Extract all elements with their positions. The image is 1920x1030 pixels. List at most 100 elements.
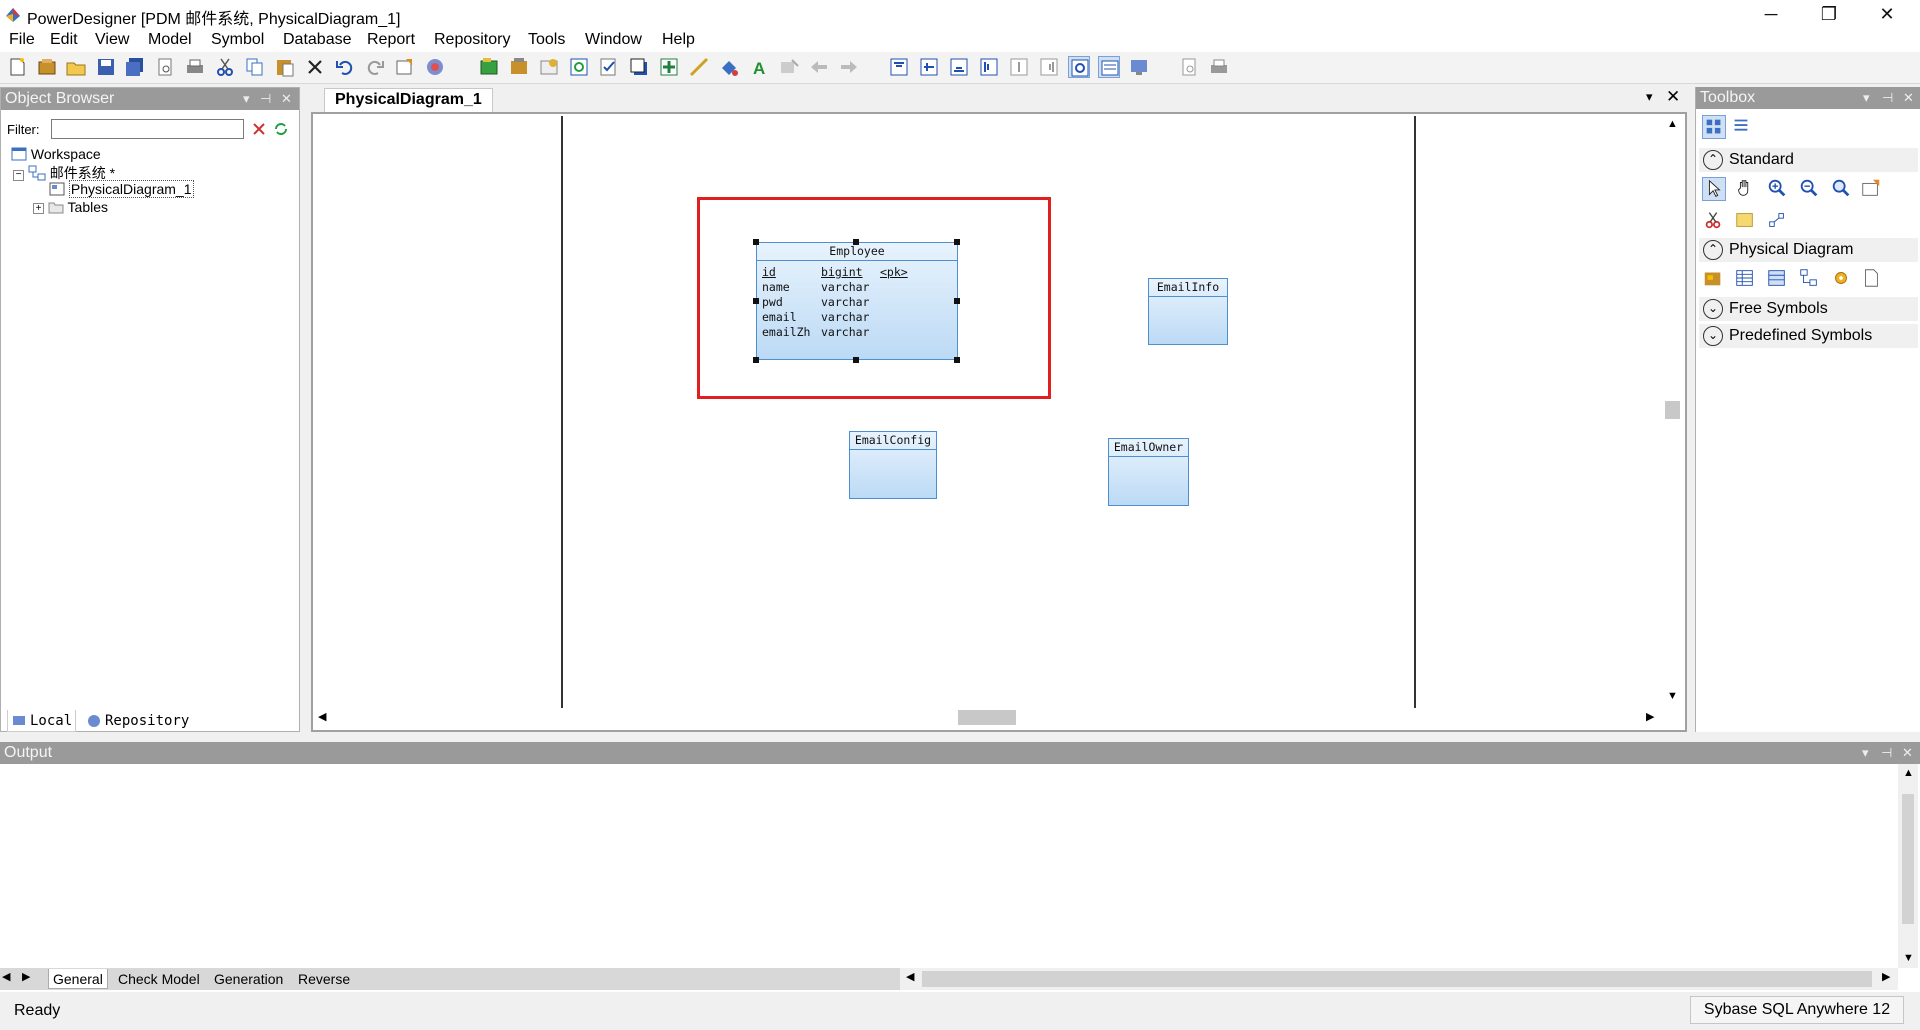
open-package-icon[interactable]	[1830, 177, 1854, 201]
tab-scroll-right-icon[interactable]: ▶	[22, 970, 30, 983]
scroll-down-icon[interactable]: ▼	[1667, 690, 1678, 702]
open-icon[interactable]	[65, 56, 87, 78]
find-objects-icon[interactable]	[424, 56, 446, 78]
print-preview-icon[interactable]	[154, 56, 176, 78]
page-setup-icon[interactable]	[1178, 56, 1200, 78]
procedure-tool-icon[interactable]	[1830, 267, 1854, 291]
new-model-icon[interactable]	[36, 56, 58, 78]
align-left-icon[interactable]	[978, 56, 1000, 78]
horizontal-scroll-thumb[interactable]	[958, 710, 1016, 725]
entity-emailinfo[interactable]: EmailInfo	[1148, 278, 1228, 345]
tab-scroll-left-icon[interactable]: ◀	[2, 970, 10, 983]
menu-file[interactable]: File	[9, 30, 35, 50]
doc-menu-icon[interactable]: ▾	[1646, 89, 1653, 105]
menu-help[interactable]: Help	[662, 30, 695, 50]
link-tool-icon[interactable]	[1766, 209, 1790, 233]
output-horizontal-scrollbar[interactable]: ◀ ▶	[900, 968, 1898, 990]
output-scroll-down-icon[interactable]: ▼	[1903, 952, 1914, 964]
output-close-icon[interactable]: ✕	[1902, 742, 1913, 764]
output-window-icon[interactable]	[538, 56, 560, 78]
view-tool-icon[interactable]	[1766, 267, 1790, 291]
reference-tool-icon[interactable]	[1798, 267, 1822, 291]
pane-close-icon[interactable]: ✕	[281, 88, 292, 110]
properties-icon[interactable]	[394, 56, 416, 78]
note-tool-icon[interactable]	[1734, 209, 1758, 233]
filter-input[interactable]	[51, 119, 244, 139]
model-browser-icon[interactable]	[478, 56, 500, 78]
menu-database[interactable]: Database	[283, 30, 352, 50]
section-predefined-symbols[interactable]: ⌄ Predefined Symbols	[1699, 324, 1918, 348]
minimize-button[interactable]: ─	[1748, 0, 1794, 30]
section-free-symbols[interactable]: ⌄ Free Symbols	[1699, 297, 1918, 321]
scroll-up-icon[interactable]: ▲	[1667, 118, 1678, 130]
forward-icon[interactable]	[838, 56, 860, 78]
tab-physicaldiagram[interactable]: PhysicalDiagram_1	[324, 88, 493, 112]
vertical-scrollbar[interactable]: ▲ ▼	[1663, 114, 1682, 708]
send-icon[interactable]	[778, 56, 800, 78]
menu-repository[interactable]: Repository	[434, 30, 510, 50]
pointer-icon[interactable]	[1702, 177, 1726, 201]
close-button[interactable]: ✕	[1864, 0, 1910, 30]
section-physical-diagram[interactable]: ⌃ Physical Diagram	[1699, 238, 1918, 262]
collapse-icon[interactable]: −	[13, 170, 24, 181]
print-icon[interactable]	[184, 56, 206, 78]
scroll-right-icon[interactable]: ▶	[1646, 710, 1654, 723]
properties-tool-icon[interactable]	[1860, 177, 1884, 201]
package-icon[interactable]	[508, 56, 530, 78]
refresh-icon[interactable]	[568, 56, 590, 78]
toolbox-pin-icon[interactable]: ⊣	[1882, 87, 1893, 109]
align-top-icon[interactable]	[888, 56, 910, 78]
menu-report[interactable]: Report	[367, 30, 415, 50]
table-tool-icon[interactable]	[1734, 267, 1758, 291]
menu-edit[interactable]: Edit	[50, 30, 78, 50]
display-preferences-icon[interactable]	[1128, 56, 1150, 78]
tab-reverse[interactable]: Reverse	[294, 969, 354, 989]
expand-icon[interactable]: +	[33, 203, 44, 214]
generate-icon[interactable]	[658, 56, 680, 78]
package-tool-icon[interactable]	[1702, 267, 1726, 291]
scroll-left-icon[interactable]: ◀	[318, 710, 326, 723]
zoom-fit-icon[interactable]	[1068, 56, 1090, 78]
save-all-icon[interactable]	[124, 56, 146, 78]
output-vertical-scrollbar[interactable]: ▲ ▼	[1898, 764, 1918, 968]
delete-icon[interactable]	[304, 56, 326, 78]
tree-diagram[interactable]: PhysicalDiagram_1	[49, 180, 194, 198]
toolbox-menu-icon[interactable]: ▾	[1863, 87, 1870, 109]
align-center-icon[interactable]	[918, 56, 940, 78]
tree-tables[interactable]: + Tables	[33, 199, 108, 215]
entity-emailconfig[interactable]: EmailConfig	[849, 431, 937, 499]
pane-menu-icon[interactable]: ▾	[243, 88, 250, 110]
toolbox-close-icon[interactable]: ✕	[1903, 87, 1914, 109]
menu-tools[interactable]: Tools	[528, 30, 565, 50]
list-view-toggle-icon[interactable]	[1730, 115, 1754, 139]
vertical-scroll-thumb[interactable]	[1665, 401, 1680, 419]
horizontal-scrollbar[interactable]: ◀ ▶	[313, 708, 1663, 727]
grid-view-icon[interactable]	[1098, 56, 1120, 78]
output-menu-icon[interactable]: ▾	[1862, 742, 1869, 764]
cut-icon[interactable]	[214, 56, 236, 78]
fill-icon[interactable]	[718, 56, 740, 78]
align-bottom-icon[interactable]	[948, 56, 970, 78]
check-model-icon[interactable]	[598, 56, 620, 78]
clear-filter-icon[interactable]	[251, 121, 267, 137]
pin-icon[interactable]: ⊣	[260, 88, 271, 110]
menu-model[interactable]: Model	[148, 30, 192, 50]
text-color-icon[interactable]: A	[748, 56, 770, 78]
file-tool-icon[interactable]	[1860, 267, 1884, 291]
section-standard[interactable]: ⌃ Standard	[1699, 148, 1918, 172]
grid-view-toggle-icon[interactable]	[1702, 115, 1726, 139]
redo-icon[interactable]	[364, 56, 386, 78]
undo-icon[interactable]	[334, 56, 356, 78]
menu-symbol[interactable]: Symbol	[211, 30, 264, 50]
zoom-out-icon[interactable]	[1798, 177, 1822, 201]
align-right-icon[interactable]	[1038, 56, 1060, 78]
line-style-icon[interactable]	[688, 56, 710, 78]
zoom-in-icon[interactable]	[1766, 177, 1790, 201]
save-icon[interactable]	[95, 56, 117, 78]
output-scroll-left-icon[interactable]: ◀	[906, 970, 914, 983]
restore-button[interactable]: ❐	[1806, 0, 1852, 30]
tab-repository[interactable]: Repository	[83, 710, 192, 732]
doc-close-icon[interactable]: ✕	[1666, 87, 1680, 107]
output-hscroll-thumb[interactable]	[922, 971, 1872, 987]
output-scroll-up-icon[interactable]: ▲	[1903, 767, 1914, 779]
